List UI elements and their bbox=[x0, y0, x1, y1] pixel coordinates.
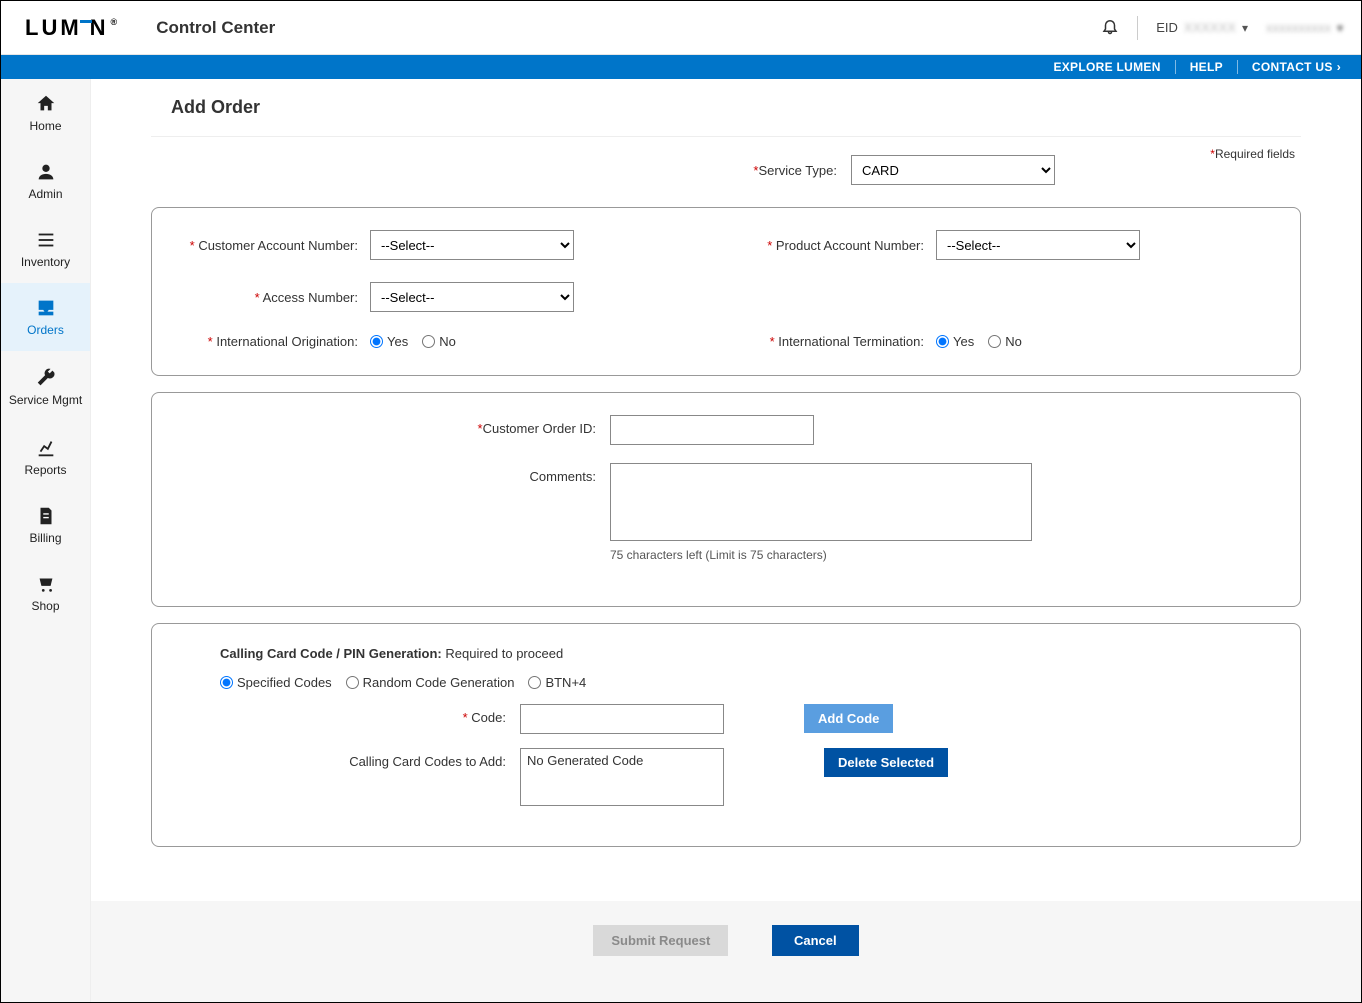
pin-panel-subtitle: Required to proceed bbox=[445, 646, 563, 661]
comments-label: Comments: bbox=[180, 463, 610, 484]
sidebar-item-home[interactable]: Home bbox=[1, 79, 90, 147]
intl-term-no-radio[interactable]: No bbox=[988, 334, 1022, 349]
order-panel: *Customer Order ID: Comments: 75 charact… bbox=[151, 392, 1301, 607]
customer-account-select[interactable]: --Select-- bbox=[370, 230, 574, 260]
service-type-select[interactable]: CARD bbox=[851, 155, 1055, 185]
username: xxxxxxxxxx bbox=[1266, 20, 1331, 35]
sidebar-item-label: Home bbox=[29, 119, 61, 133]
required-fields-note: *Required fields bbox=[1210, 147, 1295, 161]
sidebar-item-service-mgmt[interactable]: Service Mgmt bbox=[1, 351, 90, 423]
sidebar-item-admin[interactable]: Admin bbox=[1, 147, 90, 215]
wrench-icon bbox=[35, 367, 57, 389]
comments-textarea[interactable] bbox=[610, 463, 1032, 541]
sidebar-item-billing[interactable]: Billing bbox=[1, 491, 90, 559]
sidebar-item-inventory[interactable]: Inventory bbox=[1, 215, 90, 283]
service-type-label: *Service Type: bbox=[397, 163, 837, 178]
sidebar-item-label: Inventory bbox=[21, 255, 70, 269]
code-label: * Code: bbox=[180, 704, 520, 725]
help-link[interactable]: HELP bbox=[1176, 60, 1238, 74]
sidebar-item-shop[interactable]: Shop bbox=[1, 559, 90, 627]
chevron-down-icon: ▾ bbox=[1242, 21, 1248, 35]
divider bbox=[1137, 16, 1138, 40]
contact-us-link[interactable]: CONTACT US› bbox=[1238, 60, 1341, 74]
cart-icon bbox=[35, 573, 57, 595]
codes-listbox[interactable]: No Generated Code bbox=[520, 748, 724, 806]
specified-codes-radio[interactable]: Specified Codes bbox=[220, 675, 332, 690]
product-account-label: * Product Account Number: bbox=[746, 238, 936, 253]
logo: LUMN® bbox=[25, 15, 118, 41]
inbox-icon bbox=[35, 297, 57, 319]
sidebar-item-label: Service Mgmt bbox=[9, 393, 82, 407]
main-content: Add Order *Service Type: CARD *Required … bbox=[91, 79, 1361, 1002]
account-panel: * Customer Account Number: --Select-- * … bbox=[151, 207, 1301, 376]
service-type-row: *Service Type: CARD *Required fields bbox=[151, 137, 1301, 207]
pin-panel-title: Calling Card Code / PIN Generation: bbox=[220, 646, 442, 661]
home-icon bbox=[35, 93, 57, 115]
chart-icon bbox=[35, 437, 57, 459]
footer-actions: Submit Request Cancel bbox=[91, 901, 1361, 1002]
access-number-select[interactable]: --Select-- bbox=[370, 282, 574, 312]
app-title: Control Center bbox=[156, 18, 275, 38]
chevron-down-icon: ▾ bbox=[1337, 21, 1343, 35]
intl-term-yes-radio[interactable]: Yes bbox=[936, 334, 974, 349]
sidebar-item-reports[interactable]: Reports bbox=[1, 423, 90, 491]
customer-order-id-input[interactable] bbox=[610, 415, 814, 445]
sidebar-item-label: Billing bbox=[29, 531, 61, 545]
sidebar-item-label: Orders bbox=[27, 323, 64, 337]
page-title: Add Order bbox=[91, 79, 1361, 136]
notifications-icon[interactable] bbox=[1101, 17, 1119, 38]
user-icon bbox=[35, 161, 57, 183]
comments-hint: 75 characters left (Limit is 75 characte… bbox=[610, 548, 1032, 562]
pin-generation-panel: Calling Card Code / PIN Generation: Requ… bbox=[151, 623, 1301, 847]
sidebar-item-orders[interactable]: Orders bbox=[1, 283, 90, 351]
add-code-button[interactable]: Add Code bbox=[804, 704, 893, 733]
intl-origination-label: * International Origination: bbox=[180, 334, 370, 349]
sidebar-item-label: Shop bbox=[31, 599, 59, 613]
customer-order-id-label: *Customer Order ID: bbox=[180, 415, 610, 436]
list-icon bbox=[35, 229, 57, 251]
explore-lumen-link[interactable]: EXPLORE LUMEN bbox=[1039, 60, 1175, 74]
sidebar: Home Admin Inventory Orders Service Mgmt… bbox=[1, 79, 91, 1002]
access-number-label: * Access Number: bbox=[180, 290, 370, 305]
codes-list-placeholder: No Generated Code bbox=[527, 753, 643, 768]
code-input[interactable] bbox=[520, 704, 724, 734]
sidebar-item-label: Reports bbox=[24, 463, 66, 477]
cancel-button[interactable]: Cancel bbox=[772, 925, 859, 956]
topbar: LUMN® Control Center EID XXXXXX ▾ xxxxxx… bbox=[1, 1, 1361, 55]
product-account-select[interactable]: --Select-- bbox=[936, 230, 1140, 260]
eid-value: XXXXXX bbox=[1184, 20, 1236, 35]
sidebar-item-label: Admin bbox=[28, 187, 62, 201]
chevron-right-icon: › bbox=[1337, 60, 1341, 74]
intl-orig-yes-radio[interactable]: Yes bbox=[370, 334, 408, 349]
submit-request-button[interactable]: Submit Request bbox=[593, 925, 728, 956]
delete-selected-button[interactable]: Delete Selected bbox=[824, 748, 948, 777]
eid-prefix: EID bbox=[1156, 20, 1178, 35]
codes-to-add-label: Calling Card Codes to Add: bbox=[180, 748, 520, 769]
user-dropdown[interactable]: xxxxxxxxxx ▾ bbox=[1266, 20, 1343, 35]
secondary-nav: EXPLORE LUMEN HELP CONTACT US› bbox=[1, 55, 1361, 79]
customer-account-label: * Customer Account Number: bbox=[180, 238, 370, 253]
btn4-radio[interactable]: BTN+4 bbox=[528, 675, 586, 690]
intl-termination-label: * International Termination: bbox=[746, 334, 936, 349]
eid-dropdown[interactable]: EID XXXXXX ▾ bbox=[1156, 20, 1248, 35]
document-icon bbox=[35, 505, 57, 527]
intl-orig-no-radio[interactable]: No bbox=[422, 334, 456, 349]
random-code-radio[interactable]: Random Code Generation bbox=[346, 675, 515, 690]
